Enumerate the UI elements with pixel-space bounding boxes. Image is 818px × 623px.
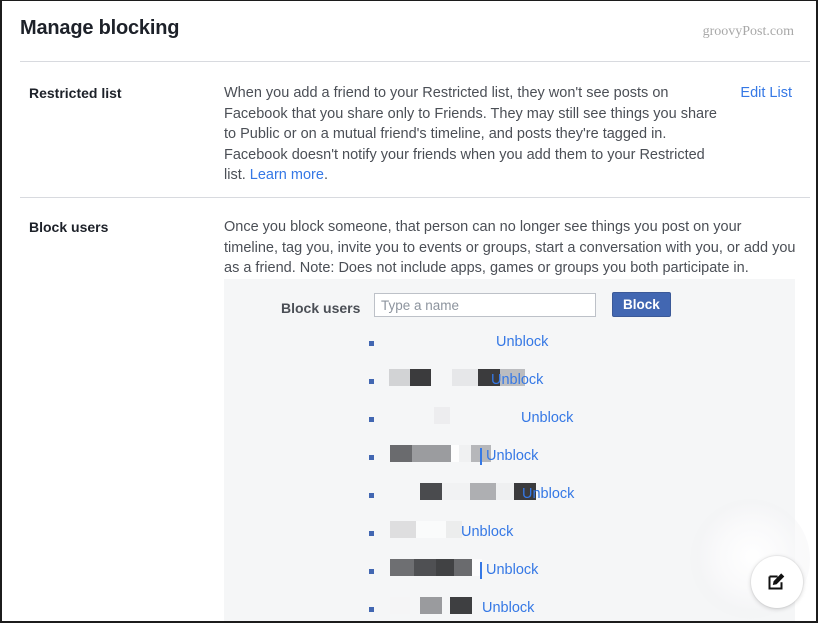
redacted-name-block (410, 369, 431, 386)
unblock-link[interactable]: Unblock (521, 410, 573, 426)
page-title: Manage blocking (20, 17, 180, 39)
block-users-label: Block users (29, 219, 109, 235)
block-name-input[interactable] (374, 293, 596, 317)
redacted-name-block (420, 483, 442, 500)
restricted-list-text-end: . (323, 167, 328, 183)
restricted-list-description: When you add a friend to your Restricted… (224, 83, 724, 186)
redacted-name-block (420, 597, 442, 614)
redacted-name-block (414, 559, 436, 576)
redacted-name-block (442, 483, 470, 500)
text-cursor (480, 562, 482, 579)
blocked-user-row: Unblock (224, 407, 795, 445)
redacted-name-block (496, 483, 514, 500)
page-header: Manage blocking groovyPost.com (2, 1, 816, 61)
list-bullet-icon (369, 607, 374, 612)
text-cursor (480, 448, 482, 465)
unblock-link[interactable]: Unblock (496, 334, 548, 350)
list-bullet-icon (369, 531, 374, 536)
redacted-name-block (434, 407, 450, 424)
redacted-name-block (470, 483, 496, 500)
redacted-name-block (390, 559, 414, 576)
list-bullet-icon (369, 379, 374, 384)
list-bullet-icon (369, 341, 374, 346)
blocked-user-row: Unblock (224, 445, 795, 483)
block-users-description: Once you block someone, that person can … (224, 219, 796, 276)
redacted-name-block (390, 597, 410, 614)
unblock-link[interactable]: Unblock (486, 562, 538, 578)
redacted-name-block (436, 559, 454, 576)
block-users-form-label: Block users (281, 300, 361, 316)
site-watermark: groovyPost.com (702, 24, 794, 39)
block-users-form: Block users Block (224, 292, 795, 325)
compose-icon (768, 573, 785, 590)
redacted-name-block (390, 445, 412, 462)
unblock-link[interactable]: Unblock (522, 486, 574, 502)
redacted-name-block (389, 369, 410, 386)
redacted-name-block (450, 597, 472, 614)
list-bullet-icon (369, 417, 374, 422)
edit-list-link[interactable]: Edit List (740, 85, 792, 101)
blocked-user-row: Unblock (224, 331, 795, 369)
list-bullet-icon (369, 455, 374, 460)
header-divider (20, 61, 810, 62)
list-bullet-icon (369, 569, 374, 574)
compose-fab-button[interactable] (751, 556, 803, 608)
manage-blocking-page: Manage blocking groovyPost.com Restricte… (0, 0, 818, 623)
redacted-name-block (451, 445, 459, 462)
redacted-name-block (412, 445, 454, 462)
unblock-link[interactable]: Unblock (486, 448, 538, 464)
redacted-name-block (446, 521, 462, 538)
unblock-link[interactable]: Unblock (482, 600, 534, 616)
unblock-link[interactable]: Unblock (491, 372, 543, 388)
unblock-link[interactable]: Unblock (461, 524, 513, 540)
redacted-name-block (454, 559, 472, 576)
redacted-name-block (390, 521, 416, 538)
redacted-name-block (416, 521, 446, 538)
learn-more-link[interactable]: Learn more (250, 167, 324, 183)
section-divider (20, 197, 810, 198)
block-submit-button[interactable]: Block (612, 292, 671, 317)
restricted-list-label: Restricted list (29, 85, 122, 101)
list-bullet-icon (369, 493, 374, 498)
blocked-user-row: Unblock (224, 369, 795, 407)
redacted-name-block (452, 369, 478, 386)
